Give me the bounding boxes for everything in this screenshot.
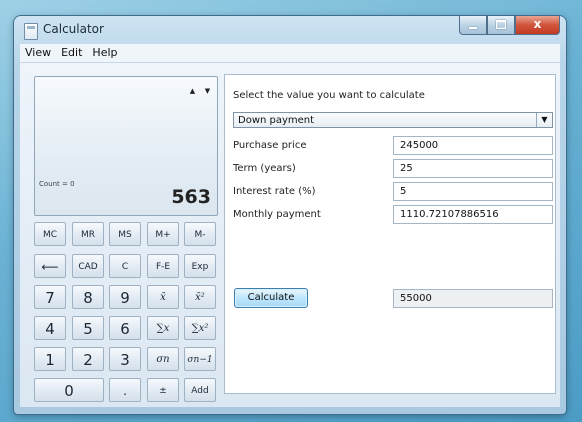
purchase-price-label: Purchase price — [233, 140, 307, 151]
clear-button[interactable]: C — [109, 254, 141, 278]
mortgage-panel: Select the value you want to calculate D… — [224, 74, 556, 394]
exp-button[interactable]: Exp — [184, 254, 216, 278]
sign-button[interactable]: ± — [147, 378, 179, 402]
count-label: Count = 0 — [39, 180, 75, 188]
mean-squares-button[interactable]: x̄² — [184, 285, 216, 309]
menu-help[interactable]: Help — [87, 44, 122, 59]
term-field[interactable]: 25 — [393, 159, 553, 178]
result-field: 55000 — [393, 289, 553, 308]
digit-0-button[interactable]: 0 — [34, 378, 104, 402]
display-value: 563 — [171, 186, 211, 208]
digit-9-button[interactable]: 9 — [109, 285, 141, 309]
digit-8-button[interactable]: 8 — [72, 285, 104, 309]
calculator-body: ▲ ▼ Count = 0 563 MC MR MS M+ M- ⟵ CAD C… — [20, 63, 560, 407]
m-minus-button[interactable]: M- — [184, 222, 216, 246]
menu-edit[interactable]: Edit — [56, 44, 87, 59]
mc-button[interactable]: MC — [34, 222, 66, 246]
panel-prompt: Select the value you want to calculate — [233, 90, 425, 101]
m-plus-button[interactable]: M+ — [147, 222, 179, 246]
digit-7-button[interactable]: 7 — [34, 285, 66, 309]
caption-buttons: x — [459, 16, 560, 35]
calculate-target-select[interactable]: Down payment ▼ — [233, 112, 553, 128]
dropdown-arrow-icon[interactable]: ▼ — [536, 113, 552, 127]
std-dev-n-button[interactable]: σn — [147, 347, 179, 371]
window-title: Calculator — [43, 22, 104, 36]
clear-all-button[interactable]: CAD — [72, 254, 104, 278]
menu-bar: View Edit Help — [20, 44, 560, 63]
menu-view[interactable]: View — [20, 44, 56, 59]
digit-2-button[interactable]: 2 — [72, 347, 104, 371]
sum-button[interactable]: ∑x — [147, 316, 179, 340]
interest-rate-label: Interest rate (%) — [233, 186, 316, 197]
calculator-app-icon — [24, 23, 38, 40]
ms-button[interactable]: MS — [109, 222, 141, 246]
std-dev-n-minus-1-button[interactable]: σn−1 — [184, 347, 216, 371]
select-value: Down payment — [238, 115, 315, 126]
maximize-button[interactable] — [487, 16, 515, 35]
purchase-price-field[interactable]: 245000 — [393, 136, 553, 155]
add-button[interactable]: Add — [184, 378, 216, 402]
digit-3-button[interactable]: 3 — [109, 347, 141, 371]
calculator-window: Calculator x View Edit Help ▲ ▼ Count = 0 … — [14, 16, 566, 414]
digit-5-button[interactable]: 5 — [72, 316, 104, 340]
calculate-button[interactable]: Calculate — [234, 288, 308, 308]
title-bar[interactable]: Calculator x — [14, 16, 566, 44]
monthly-payment-field[interactable]: 1110.72107886516 — [393, 205, 553, 224]
monthly-payment-label: Monthly payment — [233, 209, 321, 220]
minimize-button[interactable] — [459, 16, 487, 35]
interest-rate-field[interactable]: 5 — [393, 182, 553, 201]
digit-6-button[interactable]: 6 — [109, 316, 141, 340]
mean-button[interactable]: x̄ — [147, 285, 179, 309]
mr-button[interactable]: MR — [72, 222, 104, 246]
digit-4-button[interactable]: 4 — [34, 316, 66, 340]
close-button[interactable]: x — [515, 16, 560, 35]
display-area: ▲ ▼ Count = 0 563 — [34, 76, 218, 216]
history-down-icon[interactable]: ▼ — [200, 85, 215, 98]
term-label: Term (years) — [233, 163, 296, 174]
sum-squares-button[interactable]: ∑x² — [184, 316, 216, 340]
digit-1-button[interactable]: 1 — [34, 347, 66, 371]
decimal-button[interactable]: . — [109, 378, 141, 402]
backspace-button[interactable]: ⟵ — [34, 254, 66, 278]
history-up-icon[interactable]: ▲ — [185, 85, 200, 98]
fe-button[interactable]: F-E — [147, 254, 179, 278]
